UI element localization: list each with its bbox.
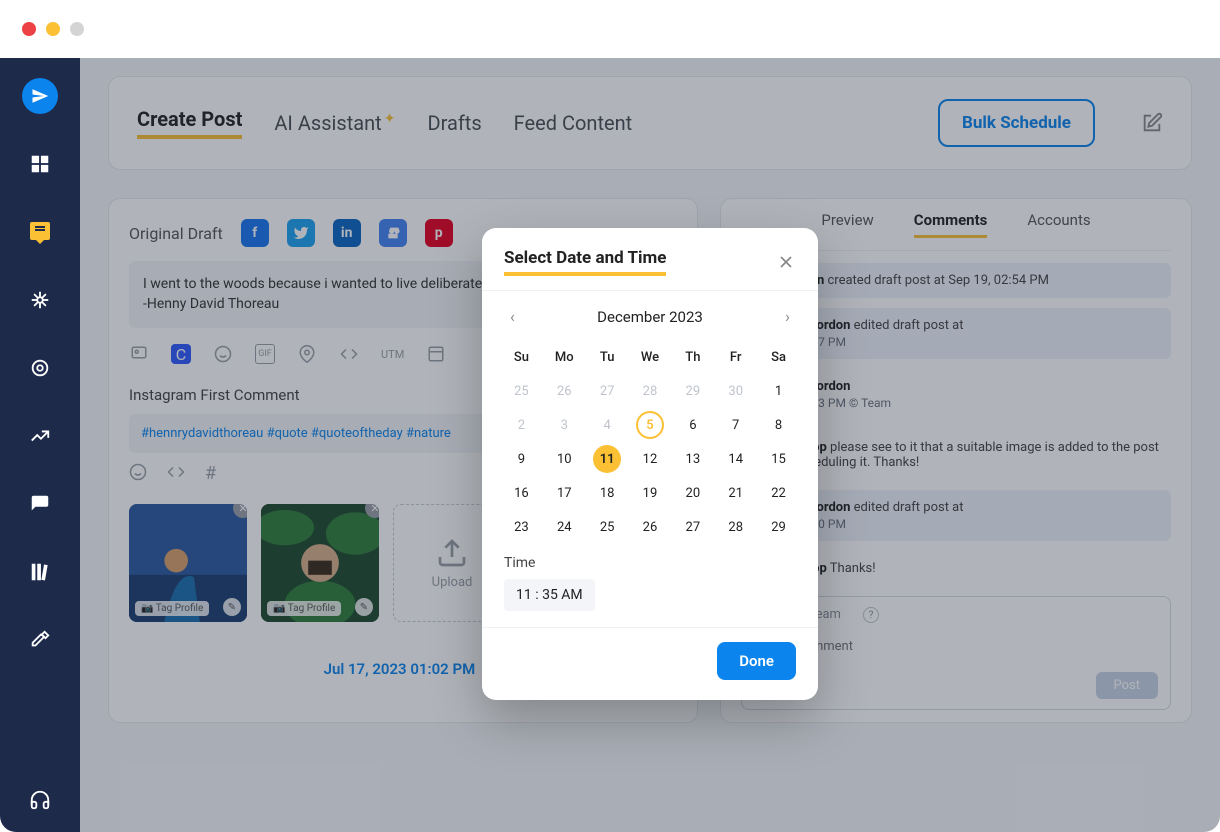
support-icon[interactable]: [22, 782, 58, 818]
tools-icon[interactable]: [22, 622, 58, 658]
calendar-day[interactable]: 14: [722, 445, 750, 473]
inbox-icon[interactable]: [22, 486, 58, 522]
calendar-day[interactable]: 6: [679, 411, 707, 439]
target-icon[interactable]: [22, 350, 58, 386]
calendar-day[interactable]: 15: [765, 445, 793, 473]
sidebar: [0, 58, 80, 832]
done-button[interactable]: Done: [717, 642, 796, 680]
close-icon[interactable]: [776, 252, 796, 272]
calendar-day[interactable]: 26: [550, 377, 578, 405]
calendar-day[interactable]: 22: [765, 479, 793, 507]
calendar-day[interactable]: 7: [722, 411, 750, 439]
calendar-day[interactable]: 26: [636, 513, 664, 541]
calendar-day[interactable]: 12: [636, 445, 664, 473]
brand-logo[interactable]: [22, 78, 58, 114]
calendar-day[interactable]: 25: [593, 513, 621, 541]
calendar-day[interactable]: 10: [550, 445, 578, 473]
calendar-day[interactable]: 16: [507, 479, 535, 507]
calendar-day[interactable]: 18: [593, 479, 621, 507]
next-month[interactable]: ›: [785, 307, 790, 326]
dow-header: Sa: [757, 344, 800, 371]
calendar-day[interactable]: 25: [507, 377, 535, 405]
calendar-month: December 2023: [597, 308, 703, 326]
calendar-day[interactable]: 3: [550, 411, 578, 439]
calendar-day[interactable]: 13: [679, 445, 707, 473]
network-icon[interactable]: [22, 282, 58, 318]
calendar-day[interactable]: 8: [765, 411, 793, 439]
calendar-grid: SuMoTuWeThFrSa25262728293012345678910111…: [482, 334, 818, 545]
calendar-day[interactable]: 20: [679, 479, 707, 507]
dow-header: Th: [671, 344, 714, 371]
modal-title: Select Date and Time: [504, 248, 666, 276]
calendar-day[interactable]: 29: [765, 513, 793, 541]
compose-icon[interactable]: [22, 214, 58, 250]
calendar-day[interactable]: 29: [679, 377, 707, 405]
calendar-day[interactable]: 9: [507, 445, 535, 473]
calendar-day[interactable]: 23: [507, 513, 535, 541]
main: Create Post AI Assistant✦ Drafts Feed Co…: [80, 58, 1220, 832]
calendar-day[interactable]: 2: [507, 411, 535, 439]
window-minimize[interactable]: [46, 22, 60, 36]
dow-header: Tu: [586, 344, 629, 371]
calendar-day[interactable]: 24: [550, 513, 578, 541]
calendar-day[interactable]: 5: [636, 411, 664, 439]
modal-overlay[interactable]: Select Date and Time ‹ December 2023 › S…: [80, 58, 1220, 832]
calendar-day[interactable]: 17: [550, 479, 578, 507]
calendar-day[interactable]: 21: [722, 479, 750, 507]
dow-header: We: [629, 344, 672, 371]
calendar-day[interactable]: 28: [722, 513, 750, 541]
dow-header: Su: [500, 344, 543, 371]
calendar-day[interactable]: 4: [593, 411, 621, 439]
calendar-day[interactable]: 11: [593, 445, 621, 473]
calendar-day[interactable]: 27: [679, 513, 707, 541]
dashboard-icon[interactable]: [22, 146, 58, 182]
calendar-day[interactable]: 1: [765, 377, 793, 405]
calendar-day[interactable]: 27: [593, 377, 621, 405]
window-close[interactable]: [22, 22, 36, 36]
time-picker[interactable]: 11 : 35 AM: [504, 579, 595, 611]
titlebar: [0, 0, 1220, 58]
time-label: Time: [504, 555, 796, 571]
dow-header: Mo: [543, 344, 586, 371]
calendar-day[interactable]: 28: [636, 377, 664, 405]
calendar-day[interactable]: 30: [722, 377, 750, 405]
calendar-day[interactable]: 19: [636, 479, 664, 507]
library-icon[interactable]: [22, 554, 58, 590]
prev-month[interactable]: ‹: [510, 307, 515, 326]
dow-header: Fr: [714, 344, 757, 371]
analytics-icon[interactable]: [22, 418, 58, 454]
date-time-modal: Select Date and Time ‹ December 2023 › S…: [482, 228, 818, 700]
window-maximize[interactable]: [70, 22, 84, 36]
